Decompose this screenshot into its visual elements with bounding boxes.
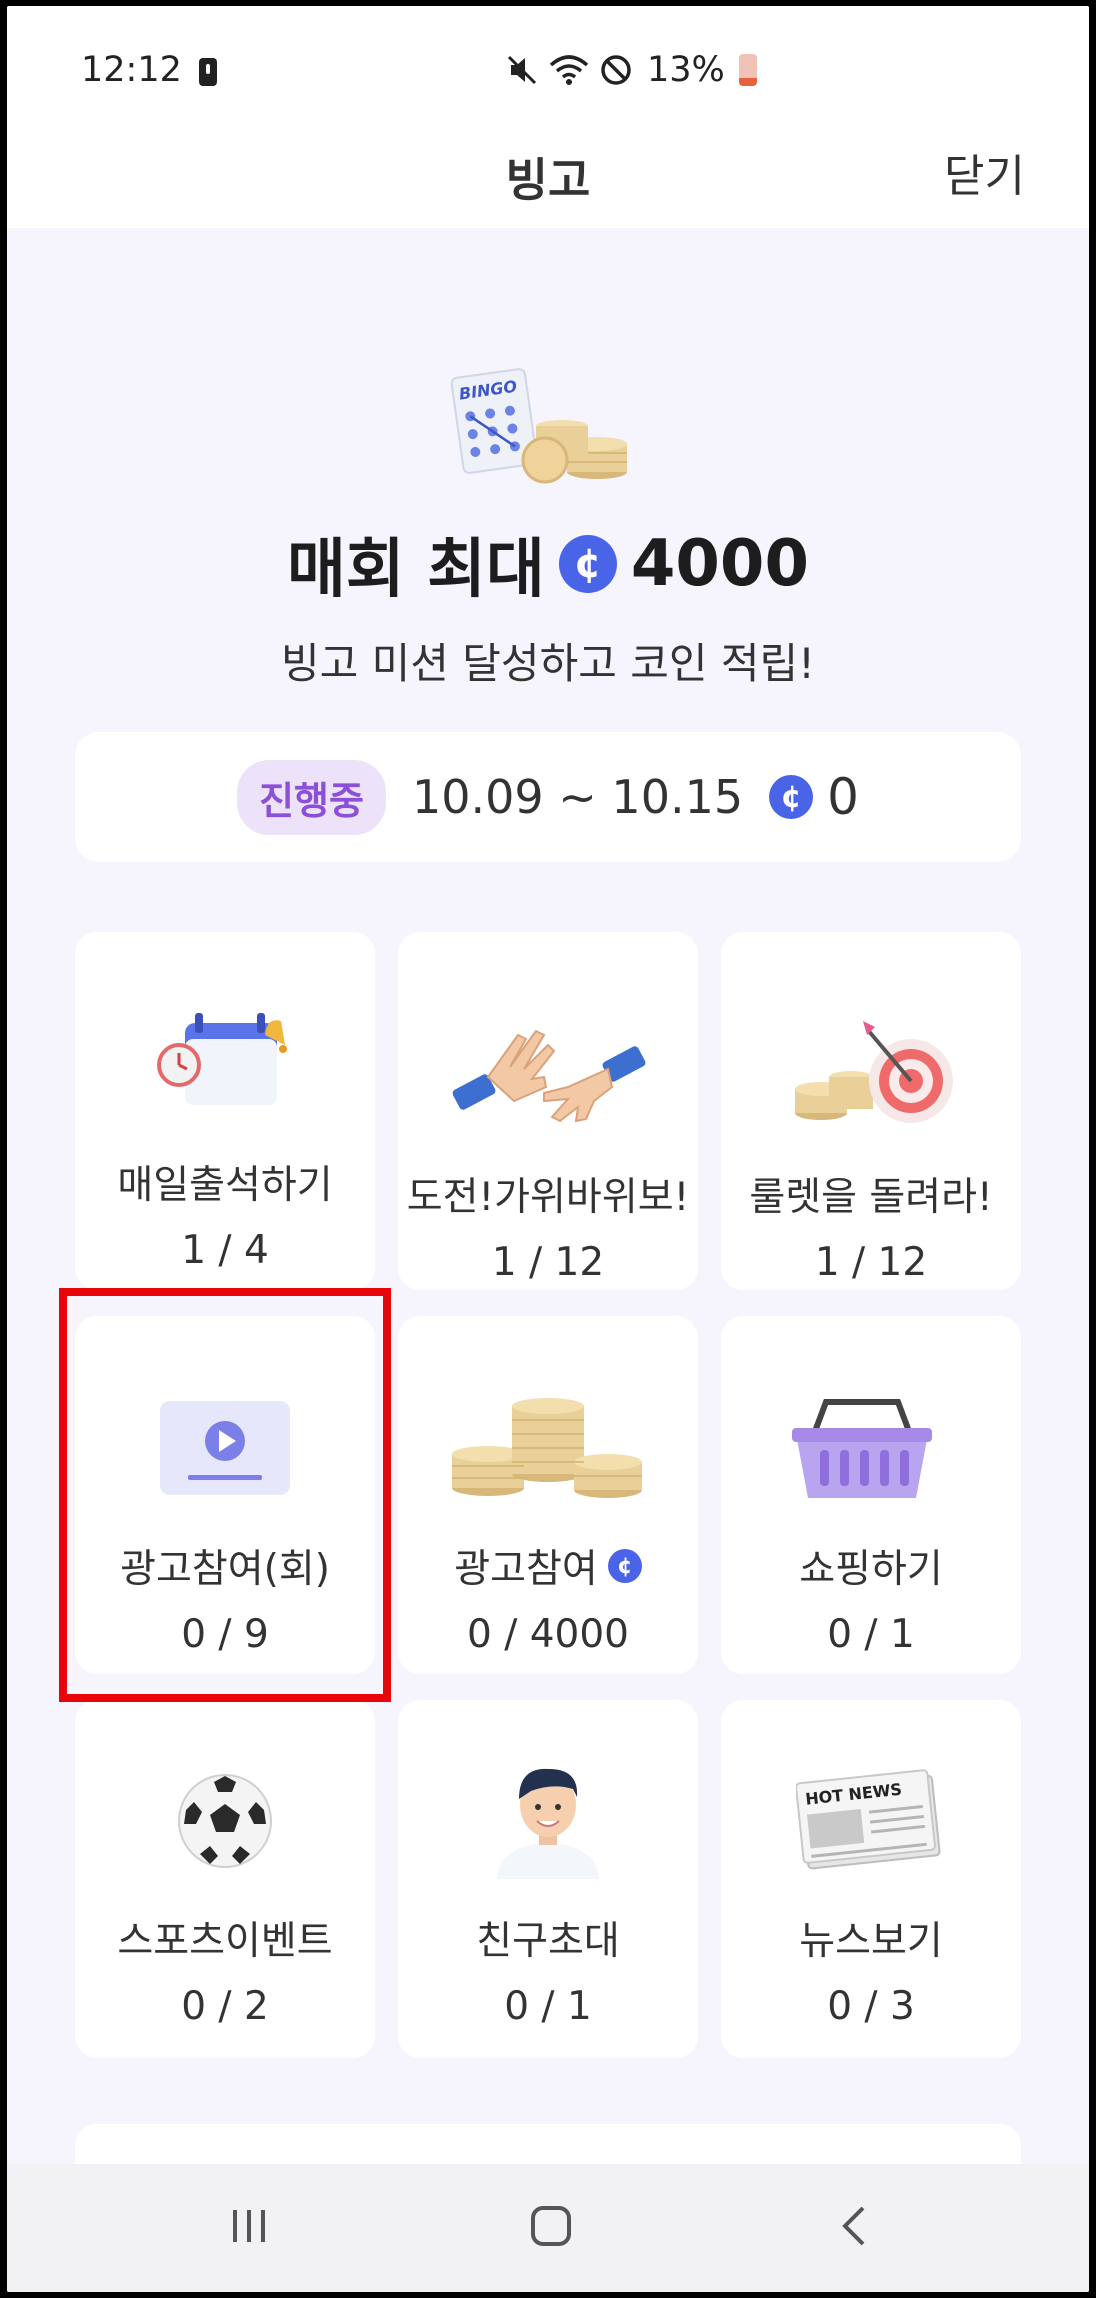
battery-percent: 13%: [647, 50, 725, 90]
hero-title-prefix: 매회 최대: [287, 533, 545, 607]
coin-icon: ¢: [558, 535, 617, 593]
mission-progress: 1 / 4: [181, 1228, 269, 1273]
newspaper-icon: HOT NEWS: [796, 1746, 946, 1896]
mission-label: 매일출석하기: [117, 1163, 333, 1208]
page-title: 빙고: [505, 153, 591, 207]
coin-icon: ¢: [607, 1549, 642, 1583]
back-icon[interactable]: [839, 2204, 869, 2248]
coin-stacks-icon: [448, 1374, 648, 1524]
mission-progress: 0 / 1: [827, 1612, 915, 1657]
wifi-icon: [549, 55, 589, 85]
mission-tile-shopping[interactable]: 쇼핑하기 0 / 1: [721, 1316, 1021, 1674]
mission-progress: 0 / 3: [827, 1984, 915, 2029]
target-coins-icon: [781, 1002, 961, 1152]
mission-tile-ad-coin[interactable]: 광고참여 ¢ 0 / 4000: [398, 1316, 698, 1674]
close-button[interactable]: 닫기: [944, 140, 1025, 204]
mission-label: 친구초대: [476, 1919, 620, 1964]
mission-progress: 0 / 4000: [467, 1612, 629, 1657]
hero-title-amount: 4000: [630, 527, 809, 601]
mission-label: 광고참여: [454, 1547, 598, 1592]
friend-avatar-icon: [483, 1746, 613, 1896]
navigation-bar: [7, 2164, 1089, 2292]
coin-total-value: 0: [827, 768, 859, 826]
mission-label: 도전!가위바위보!: [406, 1175, 690, 1220]
mission-progress: 0 / 2: [181, 1984, 269, 2029]
mission-tile-rps[interactable]: 도전!가위바위보! 1 / 12: [398, 932, 698, 1290]
mission-tile-sports[interactable]: 스포츠이벤트 0 / 2: [75, 1700, 375, 2058]
mission-label: 쇼핑하기: [799, 1547, 943, 1592]
top-bar: 12:12 13% 빙고 닫기: [7, 6, 1089, 228]
coin-total: ¢ 0: [769, 768, 859, 826]
home-icon[interactable]: [529, 2204, 573, 2248]
mission-tile-news[interactable]: HOT NEWS 뉴스보기 0 / 3: [721, 1700, 1021, 2058]
shopping-basket-icon: [786, 1374, 956, 1524]
status-time: 12:12: [81, 50, 182, 90]
mission-tile-attendance[interactable]: 매일출석하기 1 / 4: [75, 932, 375, 1290]
alert-icon: [199, 58, 217, 86]
recent-apps-icon[interactable]: [229, 2204, 269, 2248]
mission-label-row: 광고참여 ¢: [454, 1538, 642, 1594]
mission-tile-roulette[interactable]: 룰렛을 돌려라! 1 / 12: [721, 932, 1021, 1290]
mission-tile-invite[interactable]: 친구초대 0 / 1: [398, 1700, 698, 2058]
coin-icon: ¢: [769, 775, 814, 819]
mission-progress: 1 / 12: [491, 1240, 605, 1285]
period-date-range: 10.09 ~ 10.15: [411, 770, 744, 824]
status-badge: 진행중: [237, 759, 386, 835]
hero-title: 매회 최대 ¢ 4000: [7, 518, 1089, 610]
mission-label: 룰렛을 돌려라!: [749, 1175, 993, 1220]
block-icon: [601, 55, 631, 85]
calendar-alarm-icon: [155, 990, 295, 1140]
mission-label: 뉴스보기: [799, 1919, 943, 1964]
app-screen: 12:12 13% 빙고 닫기 BINGO 매회 최대 ¢ 4000 빙고 미션…: [7, 6, 1089, 2292]
status-icons: 13%: [505, 50, 757, 90]
mission-progress: 0 / 1: [504, 1984, 592, 2029]
period-card: 진행중 10.09 ~ 10.15 ¢ 0: [75, 732, 1021, 862]
rock-paper-scissors-hands-icon: [448, 1002, 648, 1152]
mute-icon: [507, 55, 537, 85]
battery-icon: [738, 54, 757, 86]
soccer-ball-icon: [170, 1746, 280, 1896]
hero-subtitle: 빙고 미션 달성하고 코인 적립!: [281, 639, 815, 688]
bingo-card-coins-icon: BINGO: [450, 368, 627, 484]
highlight-box: [59, 1288, 391, 1702]
mission-progress: 1 / 12: [814, 1240, 928, 1285]
mission-label: 스포츠이벤트: [117, 1919, 333, 1964]
